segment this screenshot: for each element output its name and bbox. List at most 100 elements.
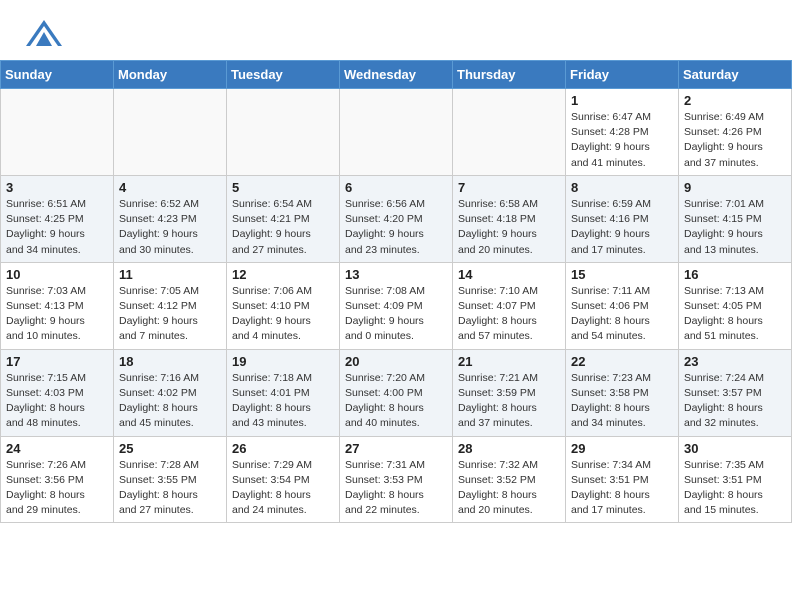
weekday-header-friday: Friday [566, 61, 679, 89]
weekday-header-thursday: Thursday [453, 61, 566, 89]
day-number: 24 [6, 441, 108, 456]
day-info: Sunrise: 7:15 AMSunset: 4:03 PMDaylight:… [6, 371, 108, 432]
day-info: Sunrise: 6:51 AMSunset: 4:25 PMDaylight:… [6, 197, 108, 258]
logo [24, 18, 68, 50]
day-number: 2 [684, 93, 786, 108]
calendar-day-29: 29 Sunrise: 7:34 AMSunset: 3:51 PMDayligh… [566, 436, 679, 523]
day-info: Sunrise: 6:49 AMSunset: 4:26 PMDaylight:… [684, 110, 786, 171]
calendar-day-21: 21 Sunrise: 7:21 AMSunset: 3:59 PMDayligh… [453, 349, 566, 436]
weekday-header-wednesday: Wednesday [340, 61, 453, 89]
day-number: 15 [571, 267, 673, 282]
calendar-day-19: 19 Sunrise: 7:18 AMSunset: 4:01 PMDayligh… [227, 349, 340, 436]
calendar-week-row: 17 Sunrise: 7:15 AMSunset: 4:03 PMDayligh… [1, 349, 792, 436]
calendar-day-6: 6Sunrise: 6:56 AMSunset: 4:20 PMDaylight… [340, 175, 453, 262]
calendar-day-5: 5 Sunrise: 6:54 AMSunset: 4:21 PMDaylight… [227, 175, 340, 262]
calendar-day-25: 25 Sunrise: 7:28 AMSunset: 3:55 PMDayligh… [114, 436, 227, 523]
day-info: Sunrise: 7:28 AMSunset: 3:55 PMDaylight:… [119, 458, 221, 519]
day-number: 16 [684, 267, 786, 282]
calendar-day-27: 27 Sunrise: 7:31 AMSunset: 3:53 PMDayligh… [340, 436, 453, 523]
day-number: 5 [232, 180, 334, 195]
day-info: Sunrise: 7:20 AMSunset: 4:00 PMDaylight:… [345, 371, 447, 432]
day-info: Sunrise: 6:47 AMSunset: 4:28 PMDaylight:… [571, 110, 673, 171]
day-info: Sunrise: 7:34 AMSunset: 3:51 PMDaylight:… [571, 458, 673, 519]
calendar-week-row: 3 Sunrise: 6:51 AMSunset: 4:25 PMDaylight… [1, 175, 792, 262]
calendar-day-20: 20Sunrise: 7:20 AMSunset: 4:00 PMDayligh… [340, 349, 453, 436]
day-info: Sunrise: 7:21 AMSunset: 3:59 PMDaylight:… [458, 371, 560, 432]
calendar-week-row: 10 Sunrise: 7:03 AMSunset: 4:13 PMDayligh… [1, 262, 792, 349]
calendar-empty-cell [1, 89, 114, 176]
day-info: Sunrise: 6:52 AMSunset: 4:23 PMDaylight:… [119, 197, 221, 258]
day-info: Sunrise: 7:08 AMSunset: 4:09 PMDaylight:… [345, 284, 447, 345]
calendar-day-15: 15 Sunrise: 7:11 AMSunset: 4:06 PMDayligh… [566, 262, 679, 349]
day-info: Sunrise: 7:26 AMSunset: 3:56 PMDaylight:… [6, 458, 108, 519]
weekday-header-sunday: Sunday [1, 61, 114, 89]
day-number: 30 [684, 441, 786, 456]
day-info: Sunrise: 7:01 AMSunset: 4:15 PMDaylight:… [684, 197, 786, 258]
day-number: 7 [458, 180, 560, 195]
calendar-day-13: 13 Sunrise: 7:08 AMSunset: 4:09 PMDayligh… [340, 262, 453, 349]
calendar-day-26: 26 Sunrise: 7:29 AMSunset: 3:54 PMDayligh… [227, 436, 340, 523]
calendar-day-22: 22 Sunrise: 7:23 AMSunset: 3:58 PMDayligh… [566, 349, 679, 436]
day-number: 12 [232, 267, 334, 282]
calendar-empty-cell [453, 89, 566, 176]
weekday-header-monday: Monday [114, 61, 227, 89]
day-info: Sunrise: 7:29 AMSunset: 3:54 PMDaylight:… [232, 458, 334, 519]
day-info: Sunrise: 6:59 AMSunset: 4:16 PMDaylight:… [571, 197, 673, 258]
day-number: 19 [232, 354, 334, 369]
day-number: 22 [571, 354, 673, 369]
day-info: Sunrise: 7:32 AMSunset: 3:52 PMDaylight:… [458, 458, 560, 519]
weekday-header-saturday: Saturday [679, 61, 792, 89]
day-info: Sunrise: 7:31 AMSunset: 3:53 PMDaylight:… [345, 458, 447, 519]
day-info: Sunrise: 7:35 AMSunset: 3:51 PMDaylight:… [684, 458, 786, 519]
day-info: Sunrise: 7:11 AMSunset: 4:06 PMDaylight:… [571, 284, 673, 345]
calendar-day-11: 11 Sunrise: 7:05 AMSunset: 4:12 PMDayligh… [114, 262, 227, 349]
day-number: 8 [571, 180, 673, 195]
calendar-day-24: 24 Sunrise: 7:26 AMSunset: 3:56 PMDayligh… [1, 436, 114, 523]
calendar-day-8: 8 Sunrise: 6:59 AMSunset: 4:16 PMDaylight… [566, 175, 679, 262]
day-number: 9 [684, 180, 786, 195]
day-number: 27 [345, 441, 447, 456]
weekday-header-row: SundayMondayTuesdayWednesdayThursdayFrid… [1, 61, 792, 89]
calendar-day-18: 18Sunrise: 7:16 AMSunset: 4:02 PMDayligh… [114, 349, 227, 436]
day-number: 29 [571, 441, 673, 456]
day-info: Sunrise: 7:06 AMSunset: 4:10 PMDaylight:… [232, 284, 334, 345]
day-number: 13 [345, 267, 447, 282]
day-number: 26 [232, 441, 334, 456]
header [0, 0, 792, 60]
day-number: 25 [119, 441, 221, 456]
calendar-day-30: 30 Sunrise: 7:35 AMSunset: 3:51 PMDayligh… [679, 436, 792, 523]
day-number: 28 [458, 441, 560, 456]
day-number: 17 [6, 354, 108, 369]
day-info: Sunrise: 7:23 AMSunset: 3:58 PMDaylight:… [571, 371, 673, 432]
calendar-day-9: 9 Sunrise: 7:01 AMSunset: 4:15 PMDaylight… [679, 175, 792, 262]
calendar-day-4: 4Sunrise: 6:52 AMSunset: 4:23 PMDaylight… [114, 175, 227, 262]
day-number: 1 [571, 93, 673, 108]
day-number: 3 [6, 180, 108, 195]
day-info: Sunrise: 7:03 AMSunset: 4:13 PMDaylight:… [6, 284, 108, 345]
calendar-empty-cell [114, 89, 227, 176]
calendar-day-14: 14 Sunrise: 7:10 AMSunset: 4:07 PMDayligh… [453, 262, 566, 349]
day-info: Sunrise: 7:13 AMSunset: 4:05 PMDaylight:… [684, 284, 786, 345]
calendar-day-1: 1 Sunrise: 6:47 AMSunset: 4:28 PMDaylight… [566, 89, 679, 176]
day-info: Sunrise: 7:10 AMSunset: 4:07 PMDaylight:… [458, 284, 560, 345]
day-number: 11 [119, 267, 221, 282]
day-info: Sunrise: 6:58 AMSunset: 4:18 PMDaylight:… [458, 197, 560, 258]
calendar-empty-cell [340, 89, 453, 176]
day-number: 18 [119, 354, 221, 369]
calendar-day-7: 7 Sunrise: 6:58 AMSunset: 4:18 PMDaylight… [453, 175, 566, 262]
calendar-day-3: 3 Sunrise: 6:51 AMSunset: 4:25 PMDaylight… [1, 175, 114, 262]
calendar-table: SundayMondayTuesdayWednesdayThursdayFrid… [0, 60, 792, 523]
day-info: Sunrise: 7:18 AMSunset: 4:01 PMDaylight:… [232, 371, 334, 432]
calendar-day-10: 10 Sunrise: 7:03 AMSunset: 4:13 PMDayligh… [1, 262, 114, 349]
logo-icon [24, 18, 64, 50]
day-number: 14 [458, 267, 560, 282]
day-info: Sunrise: 7:24 AMSunset: 3:57 PMDaylight:… [684, 371, 786, 432]
day-info: Sunrise: 6:56 AMSunset: 4:20 PMDaylight:… [345, 197, 447, 258]
calendar-day-12: 12 Sunrise: 7:06 AMSunset: 4:10 PMDayligh… [227, 262, 340, 349]
day-info: Sunrise: 7:05 AMSunset: 4:12 PMDaylight:… [119, 284, 221, 345]
day-number: 23 [684, 354, 786, 369]
day-number: 10 [6, 267, 108, 282]
day-info: Sunrise: 6:54 AMSunset: 4:21 PMDaylight:… [232, 197, 334, 258]
calendar-empty-cell [227, 89, 340, 176]
day-number: 21 [458, 354, 560, 369]
